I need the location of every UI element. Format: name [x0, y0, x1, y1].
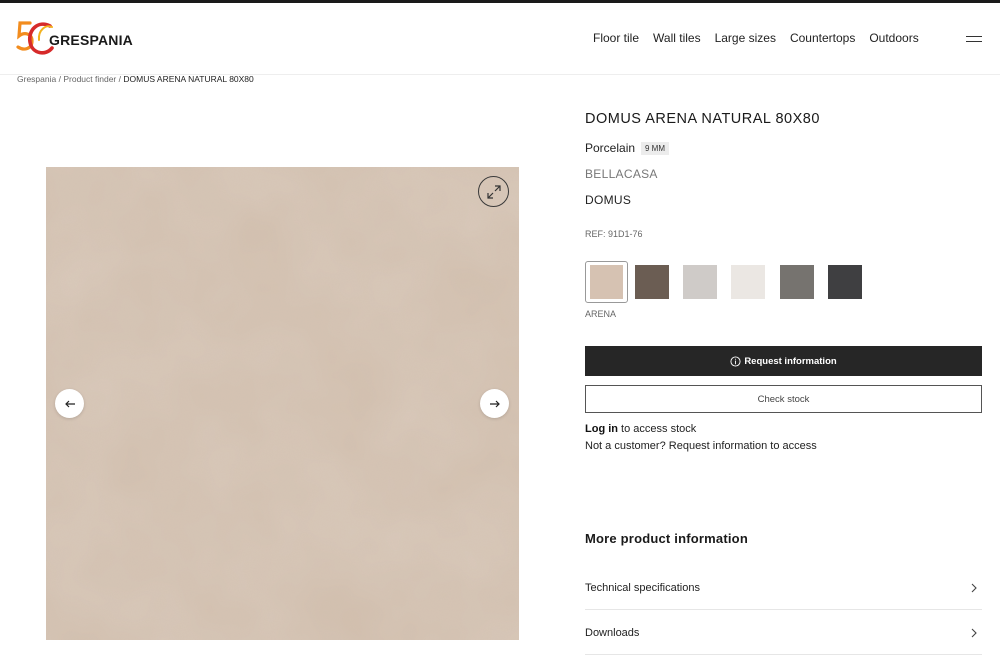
breadcrumb: Grespania / Product finder / DOMUS ARENA… [17, 74, 254, 84]
breadcrumb-current: DOMUS ARENA NATURAL 80X80 [123, 74, 254, 84]
swatch-color[interactable] [731, 265, 765, 299]
breadcrumb-product-finder[interactable]: Product finder [63, 74, 116, 84]
hamburger-line [966, 36, 982, 37]
chevron-right-icon [971, 583, 977, 592]
nav-wall-tiles[interactable]: Wall tiles [653, 31, 701, 45]
arrow-right-icon [489, 400, 500, 407]
request-information-button[interactable]: Request information [585, 346, 982, 376]
breadcrumb-separator: / [58, 74, 61, 84]
product-title: DOMUS ARENA NATURAL 80X80 [585, 111, 820, 127]
login-link[interactable]: Log in [585, 423, 618, 435]
request-information-label: Request information [744, 355, 837, 367]
nav-large-sizes[interactable]: Large sizes [715, 31, 776, 45]
main-nav: Floor tile Wall tiles Large sizes Counte… [593, 31, 919, 45]
thickness-badge: 9 MM [641, 142, 669, 155]
product-material: Porcelain [585, 141, 636, 155]
previous-image-button[interactable] [55, 389, 84, 418]
zoom-button[interactable] [478, 176, 509, 207]
chevron-right-icon [971, 628, 977, 637]
info-icon [730, 355, 741, 367]
product-ref: REF: 91D1-76 [585, 229, 643, 239]
swatch-color[interactable] [683, 265, 717, 299]
swatch-color[interactable] [780, 265, 814, 299]
more-info-title: More product information [585, 531, 748, 546]
swatch-arena [590, 265, 623, 299]
breadcrumb-home[interactable]: Grespania [17, 74, 56, 84]
check-stock-button[interactable]: Check stock [585, 385, 982, 413]
swatch-selected-frame[interactable] [585, 261, 628, 303]
nav-outdoors[interactable]: Outdoors [869, 31, 918, 45]
selected-color-name: ARENA [585, 309, 617, 319]
technical-specifications-label: Technical specifications [585, 581, 700, 594]
downloads-label: Downloads [585, 626, 640, 639]
customer-suffix: to access [767, 440, 817, 452]
tile-texture [46, 167, 519, 640]
color-swatches [585, 261, 885, 303]
nav-countertops[interactable]: Countertops [790, 31, 855, 45]
site-header: GRESPANIA Floor tile Wall tiles Large si… [0, 3, 1000, 75]
technical-specifications-item[interactable]: Technical specifications [585, 566, 982, 610]
arrow-left-icon [64, 400, 75, 407]
breadcrumb-separator: / [118, 74, 122, 84]
login-suffix: to access stock [618, 423, 697, 435]
expand-icon [486, 184, 501, 199]
customer-prompt: Not a customer? Request information to a… [585, 440, 817, 452]
product-collection[interactable]: BELLACASA [585, 167, 658, 181]
hamburger-line [966, 41, 982, 42]
hamburger-menu-icon[interactable] [966, 34, 982, 44]
downloads-item[interactable]: Downloads [585, 611, 982, 655]
logo-wordmark: GRESPANIA [49, 32, 133, 48]
customer-prefix: Not a customer? [585, 440, 669, 452]
login-prompt: Log in to access stock [585, 423, 696, 435]
swatch-color[interactable] [828, 265, 862, 299]
customer-request-link[interactable]: Request information [669, 440, 767, 452]
nav-floor-tile[interactable]: Floor tile [593, 31, 639, 45]
product-image[interactable] [46, 167, 519, 640]
check-stock-label: Check stock [757, 393, 810, 405]
product-series[interactable]: DOMUS [585, 193, 631, 207]
swatch-color[interactable] [635, 265, 669, 299]
grespania-logo[interactable]: GRESPANIA [16, 18, 133, 62]
next-image-button[interactable] [480, 389, 509, 418]
